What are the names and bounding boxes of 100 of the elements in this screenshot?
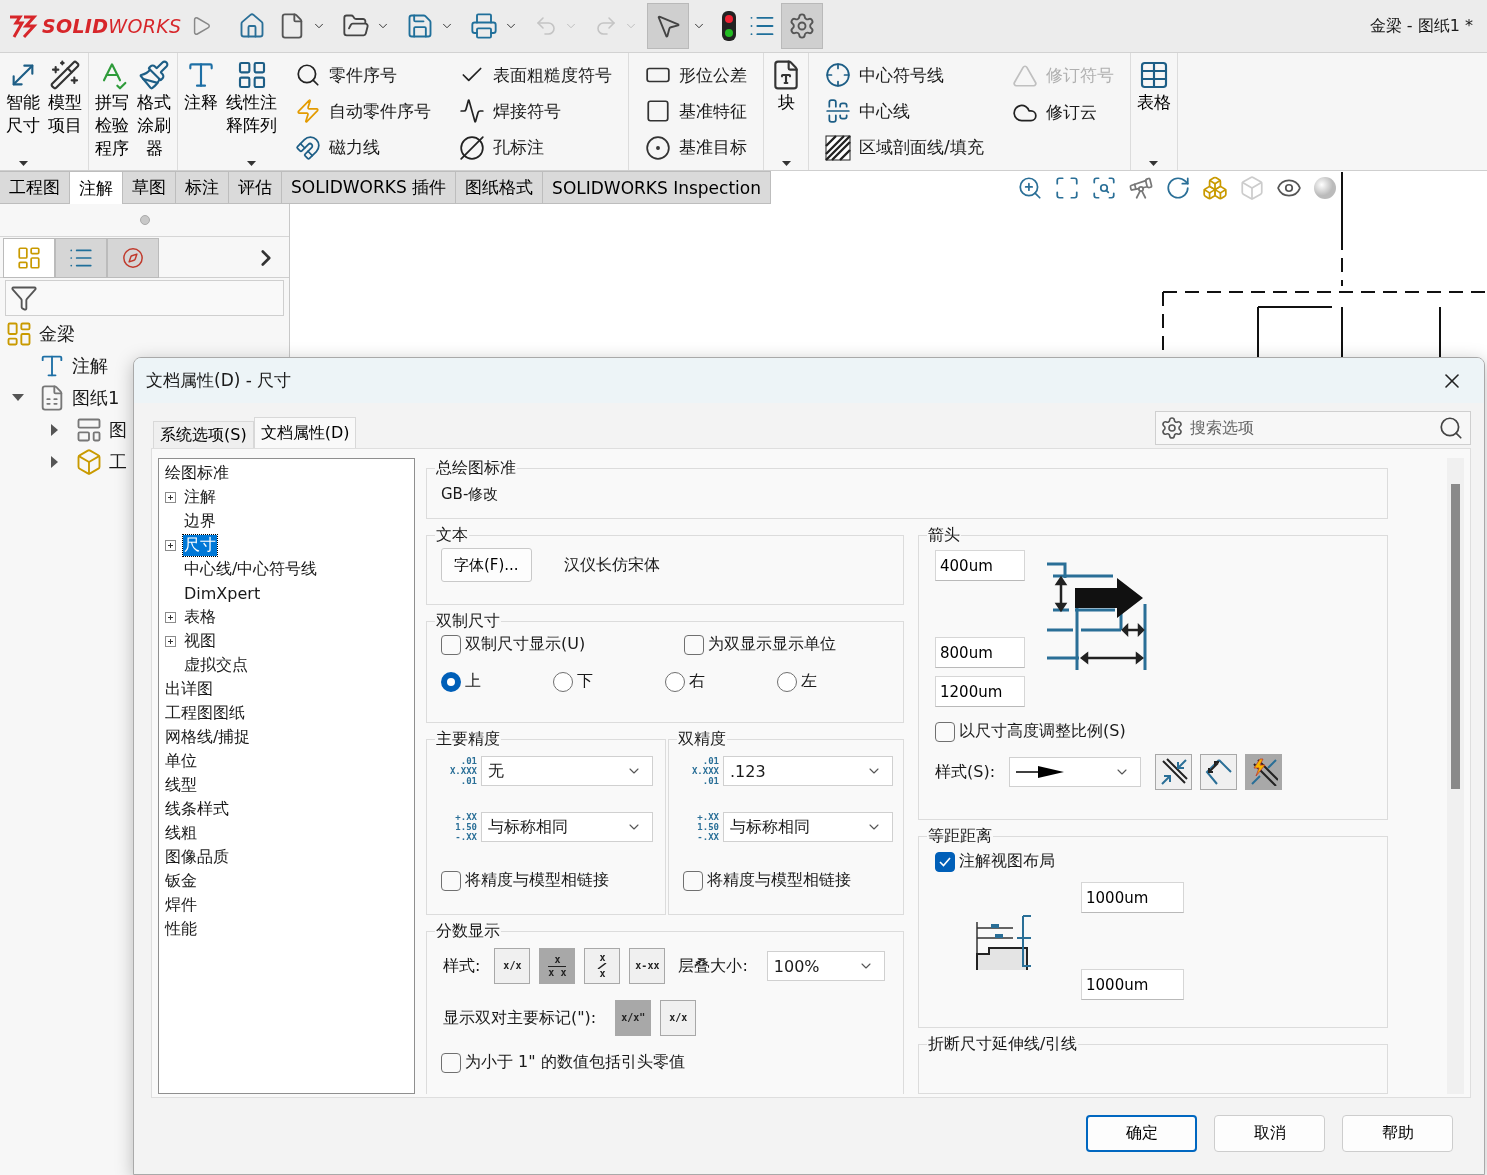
checkbox[interactable]: 为小于 1" 的数值包括引头零值: [441, 1052, 685, 1073]
tolerance-dropdown[interactable]: 与标称相同: [723, 812, 893, 842]
tree-item[interactable]: 线型: [164, 774, 198, 796]
zoom-icon[interactable]: [1017, 174, 1043, 201]
font-button[interactable]: 字体(F)...: [441, 548, 532, 582]
distance-field[interactable]: 1000um: [1081, 882, 1184, 913]
filter-field[interactable]: [5, 280, 284, 316]
precision-dropdown[interactable]: 无: [481, 756, 653, 786]
tree-item[interactable]: 线条样式: [164, 798, 230, 820]
tree-item[interactable]: 工: [109, 450, 127, 474]
tree-item[interactable]: 焊件: [164, 894, 198, 916]
ribbon-button[interactable]: 基准目标: [639, 129, 753, 166]
drag-handle[interactable]: [139, 215, 150, 225]
ribbon-tab[interactable]: 标注: [176, 171, 229, 204]
tree-item[interactable]: 网格线/捕捉: [164, 726, 252, 748]
ribbon-button[interactable]: 块: [768, 53, 804, 170]
tree-item[interactable]: 表格: [183, 606, 217, 628]
boxes-icon[interactable]: [1202, 174, 1228, 201]
stack-size-dropdown[interactable]: 100%: [766, 951, 885, 981]
tree-item[interactable]: 单位: [164, 750, 198, 772]
panel-tab[interactable]: [55, 237, 107, 278]
tolerance-dropdown[interactable]: 与标称相同: [481, 812, 653, 842]
ribbon-button[interactable]: 表面粗糙度符号: [453, 57, 618, 94]
fraction-style-button[interactable]: x-xx: [629, 948, 666, 984]
ribbon-tab[interactable]: 草图: [123, 171, 176, 204]
expand-arrow-icon[interactable]: [51, 424, 59, 436]
tree-item[interactable]: 钣金: [164, 870, 198, 892]
size-field[interactable]: 800um: [935, 637, 1025, 668]
tree-item[interactable]: 图纸1: [72, 386, 120, 410]
zoom-area-icon[interactable]: [1091, 174, 1117, 201]
dialog-tab[interactable]: 系统选项(S): [153, 421, 254, 448]
checkbox[interactable]: 将精度与模型相链接: [683, 870, 851, 891]
ribbon-button[interactable]: 形位公差: [639, 57, 753, 94]
dialog-button[interactable]: 帮助: [1342, 1114, 1453, 1152]
radio-button[interactable]: 右: [665, 671, 777, 692]
ribbon-button[interactable]: 格式涂刷器: [135, 53, 173, 170]
tree-item[interactable]: 图像品质: [164, 846, 230, 868]
radio-button[interactable]: 下: [553, 671, 665, 692]
ribbon-button[interactable]: 中心线: [819, 93, 990, 130]
ribbon-button[interactable]: 磁力线: [289, 129, 437, 166]
zoom-fit-icon[interactable]: [1054, 174, 1080, 201]
arrow-style-dropdown[interactable]: [1009, 757, 1142, 787]
select-button[interactable]: [648, 4, 688, 48]
tree-item[interactable]: 中心线/中心符号线: [183, 558, 319, 580]
expand-plus-icon[interactable]: [165, 539, 176, 551]
tree-item[interactable]: 出详图: [164, 678, 214, 700]
tree-item[interactable]: 注解: [72, 354, 108, 378]
ribbon-tab[interactable]: 评估: [229, 171, 282, 204]
tree-item[interactable]: 线粗: [164, 822, 198, 844]
ribbon-button[interactable]: 智能尺寸: [4, 53, 42, 170]
precision-dropdown[interactable]: .123: [723, 756, 893, 786]
ribbon-button[interactable]: 表格: [1134, 53, 1173, 170]
checkbox[interactable]: 双制尺寸显示(U): [441, 634, 684, 655]
ribbon-tab[interactable]: 工程图: [0, 171, 70, 204]
radio-button[interactable]: 左: [777, 671, 889, 692]
mark-style-button[interactable]: x/x: [660, 1000, 697, 1036]
ribbon-button[interactable]: 注释: [182, 53, 220, 170]
panel-tab[interactable]: [3, 237, 55, 278]
size-field[interactable]: 1200um: [935, 676, 1025, 707]
ribbon-button[interactable]: 零件序号: [289, 57, 437, 94]
ribbon-button[interactable]: 区域剖面线/填充: [819, 129, 990, 166]
arrow-placement-button[interactable]: [1200, 754, 1238, 790]
ribbon-button[interactable]: 线性注释阵列: [224, 53, 279, 170]
checkbox[interactable]: 以尺寸高度调整比例(S): [935, 721, 1126, 742]
ribbon-button[interactable]: 拼写检验程序: [93, 53, 131, 170]
dialog-tab[interactable]: 文档属性(D): [253, 417, 357, 448]
expand-plus-icon[interactable]: [165, 635, 176, 647]
tree-item[interactable]: 视图: [183, 630, 217, 652]
dialog-button[interactable]: 确定: [1086, 1114, 1197, 1152]
mark-style-button[interactable]: x/x": [615, 1000, 652, 1036]
tree-item[interactable]: 工程图图纸: [164, 702, 246, 724]
panel-tab[interactable]: [107, 237, 159, 278]
checkbox[interactable]: 为双显示显示单位: [684, 634, 836, 655]
expand-arrow-icon[interactable]: [51, 456, 59, 468]
ribbon-button[interactable]: 中心符号线: [819, 57, 990, 94]
arrow-placement-button[interactable]: [1155, 754, 1193, 790]
tree-item[interactable]: 图: [109, 418, 127, 442]
fraction-style-button[interactable]: x x: [584, 948, 621, 984]
ribbon-button[interactable]: 自动零件序号: [289, 93, 437, 130]
checkbox[interactable]: 将精度与模型相链接: [441, 870, 609, 891]
size-field[interactable]: 400um: [935, 550, 1025, 581]
tree-item[interactable]: 绘图标准: [164, 462, 230, 484]
expand-plus-icon[interactable]: [165, 611, 176, 623]
ribbon-tab[interactable]: SOLIDWORKS 插件: [282, 171, 457, 204]
ribbon-button[interactable]: 孔标注: [453, 129, 618, 166]
ribbon-button[interactable]: 焊接符号: [453, 93, 618, 130]
arrow-placement-button[interactable]: [1245, 754, 1283, 790]
scrollbar[interactable]: [1447, 458, 1464, 1094]
checkbox[interactable]: 注解视图布局: [935, 851, 1055, 872]
ribbon-button[interactable]: 模型项目: [46, 53, 84, 170]
tree-item[interactable]: 边界: [183, 510, 217, 532]
fraction-style-button[interactable]: x/x: [494, 948, 531, 984]
ribbon-button[interactable]: 修订云: [1005, 94, 1120, 131]
tree-item[interactable]: 注解: [183, 486, 217, 508]
search-input[interactable]: 搜索选项: [1188, 417, 1434, 438]
search-field[interactable]: 搜索选项: [1155, 410, 1471, 445]
tree-item[interactable]: 金梁: [39, 322, 75, 346]
fraction-style-button[interactable]: x x x: [539, 948, 576, 984]
rotate-icon[interactable]: [1165, 174, 1191, 201]
tree-item[interactable]: 性能: [164, 918, 198, 940]
